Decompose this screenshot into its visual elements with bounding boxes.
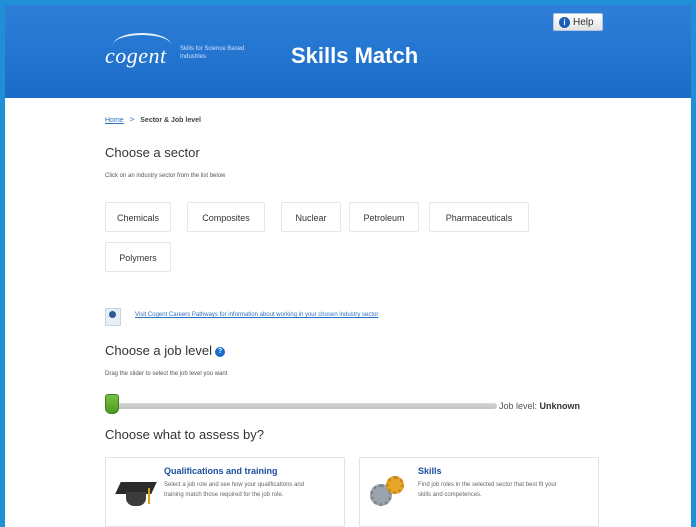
sector-button-composites[interactable]: Composites (187, 202, 265, 232)
job-level-value: Unknown (539, 401, 581, 411)
skills-card-desc: Find job roles in the selected sector th… (418, 482, 557, 498)
graduation-cap-icon (115, 478, 157, 512)
job-level-slider-handle[interactable] (105, 394, 119, 414)
sector-button-polymers[interactable]: Polymers (105, 242, 171, 272)
careers-pathways-link[interactable]: Visit Cogent Careers Pathways for inform… (135, 312, 378, 318)
app-frame: cogent Skills for Science Based Industri… (5, 5, 691, 527)
info-icon: i (559, 17, 570, 28)
job-level-heading: Choose a job level? (105, 343, 225, 358)
gears-icon (370, 476, 406, 512)
qualifications-card[interactable]: Qualifications and training Select a job… (105, 457, 345, 527)
breadcrumb-home-link[interactable]: Home (105, 117, 124, 124)
breadcrumb-current: Sector & Job level (140, 117, 201, 124)
careers-info-row: Visit Cogent Careers Pathways for inform… (105, 308, 545, 326)
breadcrumb-separator: > (129, 115, 135, 124)
help-label: Help (573, 17, 594, 28)
qualifications-card-title: Qualifications and training (164, 466, 278, 476)
sector-button-chemicals[interactable]: Chemicals (105, 202, 171, 232)
question-icon[interactable]: ? (214, 347, 225, 357)
job-level-heading-text: Choose a job level (105, 343, 212, 358)
help-button[interactable]: i Help (553, 13, 603, 31)
assess-heading: Choose what to assess by? (105, 427, 264, 442)
globe-icon (105, 308, 121, 326)
skills-card-title: Skills (418, 466, 442, 476)
header: cogent Skills for Science Based Industri… (5, 5, 691, 98)
sector-button-nuclear[interactable]: Nuclear (281, 202, 341, 232)
page-title: Skills Match (291, 43, 419, 68)
job-level-slider-track[interactable] (109, 403, 497, 409)
job-level-readout: Job level: Unknown (499, 401, 580, 411)
qualifications-card-desc: Select a job role and see how your quali… (164, 482, 305, 498)
logo-word: cogent (105, 43, 167, 68)
sector-instruction: Click on an industry sector from the lis… (105, 173, 226, 179)
skills-card[interactable]: Skills Find job roles in the selected se… (359, 457, 599, 527)
cogent-logo[interactable]: cogent Skills for Science Based Industri… (105, 33, 245, 73)
sector-button-pharmaceuticals[interactable]: Pharmaceuticals (429, 202, 529, 232)
logo-tagline: Skills for Science Based Industries (180, 46, 245, 60)
breadcrumb: Home > Sector & Job level (105, 115, 201, 124)
sector-button-petroleum[interactable]: Petroleum (349, 202, 419, 232)
job-level-instruction: Drag the slider to select the job level … (105, 371, 228, 377)
job-level-label: Job level: (499, 401, 538, 411)
sector-heading: Choose a sector (105, 145, 200, 160)
